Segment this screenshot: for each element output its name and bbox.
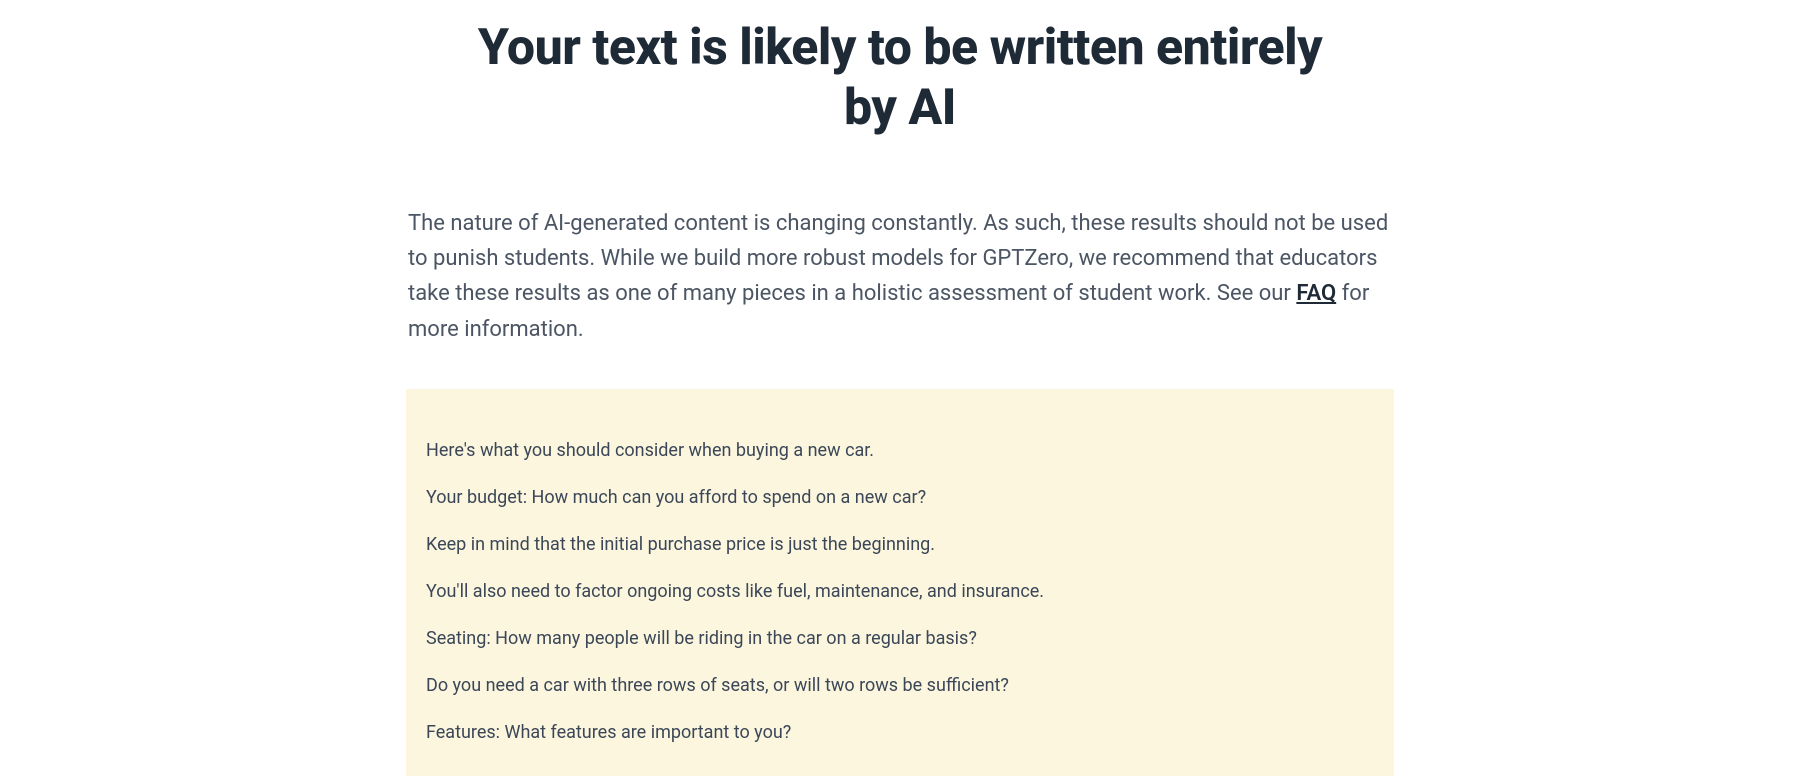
analysis-line: Features: What features are important to… bbox=[426, 719, 1374, 746]
analysis-line: Here's what you should consider when buy… bbox=[426, 437, 1374, 464]
analysis-line: Seating: How many people will be riding … bbox=[426, 625, 1374, 652]
analysis-line: Your budget: How much can you afford to … bbox=[426, 484, 1374, 511]
analysis-line: Keep in mind that the initial purchase p… bbox=[426, 531, 1374, 558]
analysis-line: You'll also need to factor ongoing costs… bbox=[426, 578, 1374, 605]
disclaimer-pre: The nature of AI-generated content is ch… bbox=[408, 211, 1388, 306]
main-container: Your text is likely to be written entire… bbox=[406, 0, 1394, 776]
analysis-line: Do you need a car with three rows of sea… bbox=[426, 672, 1374, 699]
disclaimer-text: The nature of AI-generated content is ch… bbox=[406, 206, 1394, 347]
result-headline: Your text is likely to be written entire… bbox=[406, 18, 1394, 138]
analyzed-text-box: Here's what you should consider when buy… bbox=[406, 389, 1394, 776]
faq-link[interactable]: FAQ bbox=[1296, 281, 1336, 306]
